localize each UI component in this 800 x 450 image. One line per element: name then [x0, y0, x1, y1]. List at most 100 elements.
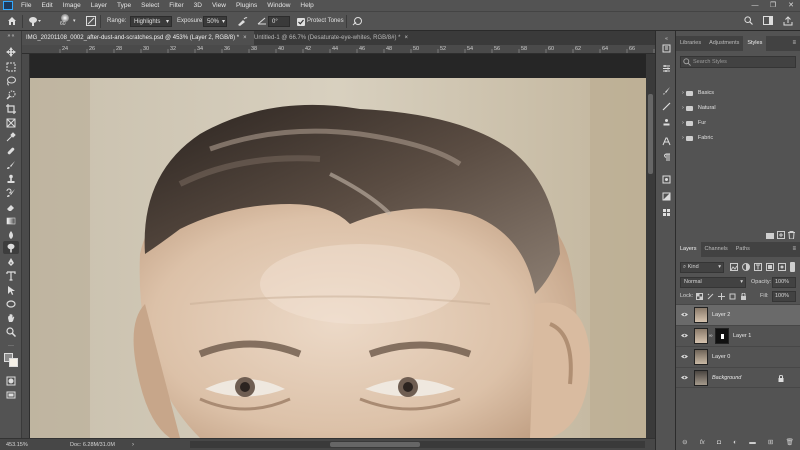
character-panel-icon[interactable]	[661, 136, 672, 147]
new-layer-icon[interactable]: ⊞	[768, 438, 773, 446]
visibility-eye-icon[interactable]	[681, 312, 688, 317]
quick-selection-tool-icon[interactable]	[3, 88, 19, 101]
zoom-tool-icon[interactable]	[3, 325, 19, 338]
menu-help[interactable]: Help	[295, 0, 318, 11]
crop-tool-icon[interactable]	[3, 102, 19, 115]
link-icon[interactable]: ∞	[709, 333, 713, 339]
style-group-natural[interactable]: › Natural	[682, 102, 716, 114]
clone-stamp-tool-icon[interactable]	[3, 172, 19, 185]
layer-row-background[interactable]: Background	[676, 367, 800, 388]
layer-name[interactable]: Layer 0	[712, 347, 730, 368]
hand-tool-icon[interactable]	[3, 311, 19, 324]
layer-name[interactable]: Layer 2	[712, 305, 730, 326]
menu-type[interactable]: Type	[112, 0, 136, 11]
vertical-scrollbar[interactable]	[646, 54, 655, 438]
share-icon[interactable]	[783, 16, 793, 27]
new-style-icon[interactable]	[777, 231, 785, 241]
close-icon[interactable]: ×	[404, 35, 408, 41]
layer-style-icon[interactable]: fx	[700, 439, 705, 446]
paragraph-panel-icon[interactable]	[661, 152, 672, 163]
tab-untitled-document[interactable]: Untitled-1 @ 66.7% (Desaturate-eye-white…	[250, 31, 412, 45]
tab-styles[interactable]: Styles	[743, 36, 767, 51]
menu-image[interactable]: Image	[58, 0, 86, 11]
filter-smart-object-icon[interactable]	[778, 263, 786, 273]
new-group-icon[interactable]	[766, 232, 774, 241]
trash-icon[interactable]	[788, 231, 795, 241]
eraser-tool-icon[interactable]	[3, 200, 19, 213]
menu-select[interactable]: Select	[136, 0, 164, 11]
photoshop-logo-icon[interactable]	[3, 1, 13, 10]
horizontal-scrollbar-thumb[interactable]	[330, 442, 420, 447]
layer-filter-kind[interactable]: ⌕ Kind ▾	[680, 262, 724, 273]
menu-file[interactable]: File	[16, 0, 36, 11]
minimize-button[interactable]: —	[746, 0, 764, 11]
lock-position-icon[interactable]	[718, 293, 725, 302]
pen-tool-icon[interactable]	[3, 255, 19, 268]
angle-input[interactable]: 0°	[268, 16, 290, 27]
frame-tool-icon[interactable]	[3, 116, 19, 129]
lock-artboard-icon[interactable]	[729, 293, 736, 302]
fill-input[interactable]: 100%	[772, 291, 796, 302]
style-group-basics[interactable]: › Basics	[682, 87, 714, 99]
lock-all-icon[interactable]	[740, 292, 747, 302]
type-tool-icon[interactable]	[3, 269, 19, 282]
filter-toggle[interactable]	[790, 262, 795, 272]
gradient-tool-icon[interactable]	[3, 214, 19, 227]
panel-menu-icon[interactable]: ≡	[792, 36, 800, 51]
document-size[interactable]: Doc: 6.28M/31.0M	[70, 440, 115, 450]
properties-panel-icon[interactable]	[661, 63, 672, 74]
dodge-tool-icon[interactable]	[3, 241, 19, 254]
menu-filter[interactable]: Filter	[164, 0, 188, 11]
workspace-icon[interactable]	[763, 16, 773, 27]
tab-adjustments[interactable]: Adjustments	[705, 36, 743, 51]
close-icon[interactable]: ×	[243, 35, 247, 41]
brushes-panel-icon[interactable]	[661, 101, 672, 112]
history-panel-icon[interactable]	[661, 43, 672, 54]
search-icon[interactable]	[744, 16, 753, 27]
brush-preset-picker[interactable]: 60	[58, 14, 72, 28]
blend-mode-select[interactable]: Normal ▾	[680, 277, 746, 288]
protect-tones-checkbox[interactable]	[297, 18, 305, 26]
layer-row-layer-2[interactable]: Layer 2	[676, 304, 800, 325]
menu-plugins[interactable]: Plugins	[231, 0, 262, 11]
clone-source-panel-icon[interactable]	[661, 117, 672, 128]
lock-image-icon[interactable]	[707, 293, 714, 302]
filter-adjustment-icon[interactable]	[742, 263, 750, 273]
background-color-swatch[interactable]	[9, 358, 18, 367]
screen-mode-icon[interactable]	[3, 388, 19, 401]
zoom-level[interactable]: 453.15%	[6, 440, 28, 450]
healing-brush-tool-icon[interactable]	[3, 144, 19, 157]
menu-layer[interactable]: Layer	[86, 0, 112, 11]
history-brush-tool-icon[interactable]	[3, 186, 19, 199]
swatches-panel-icon[interactable]	[661, 207, 672, 218]
style-group-fur[interactable]: › Fur	[682, 117, 706, 129]
menu-view[interactable]: View	[207, 0, 231, 11]
brush-tool-icon[interactable]	[3, 158, 19, 171]
tab-channels[interactable]: Channels	[701, 242, 732, 257]
home-icon[interactable]	[7, 16, 17, 27]
tab-active-document[interactable]: IMG_20201108_0002_after-dust-and-scratch…	[22, 31, 254, 45]
lasso-tool-icon[interactable]	[3, 74, 19, 87]
tab-layers[interactable]: Layers	[676, 242, 701, 257]
pressure-size-icon[interactable]	[352, 16, 363, 27]
toolbar-collapse-icon[interactable]: » «	[3, 33, 19, 39]
range-select[interactable]: Highlights ▾	[130, 16, 172, 27]
shape-tool-icon[interactable]	[3, 297, 19, 310]
airbrush-icon[interactable]	[237, 16, 248, 27]
new-group-icon[interactable]: ▬	[749, 439, 756, 446]
maximize-button[interactable]: ❐	[764, 0, 782, 11]
close-window-button[interactable]: ✕	[782, 0, 800, 11]
menu-edit[interactable]: Edit	[36, 0, 57, 11]
marquee-tool-icon[interactable]	[3, 60, 19, 73]
layer-name[interactable]: Layer 1	[733, 326, 751, 347]
brush-settings-icon[interactable]	[86, 16, 96, 27]
path-selection-tool-icon[interactable]	[3, 283, 19, 296]
visibility-eye-icon[interactable]	[681, 375, 688, 380]
trash-icon[interactable]: 🗑	[786, 438, 794, 446]
tab-libraries[interactable]: Libraries	[676, 36, 705, 51]
tab-paths[interactable]: Paths	[732, 242, 754, 257]
blur-tool-icon[interactable]	[3, 228, 19, 241]
horizontal-scrollbar[interactable]	[190, 441, 645, 448]
menu-window[interactable]: Window	[262, 0, 295, 11]
style-group-fabric[interactable]: › Fabric	[682, 132, 713, 144]
